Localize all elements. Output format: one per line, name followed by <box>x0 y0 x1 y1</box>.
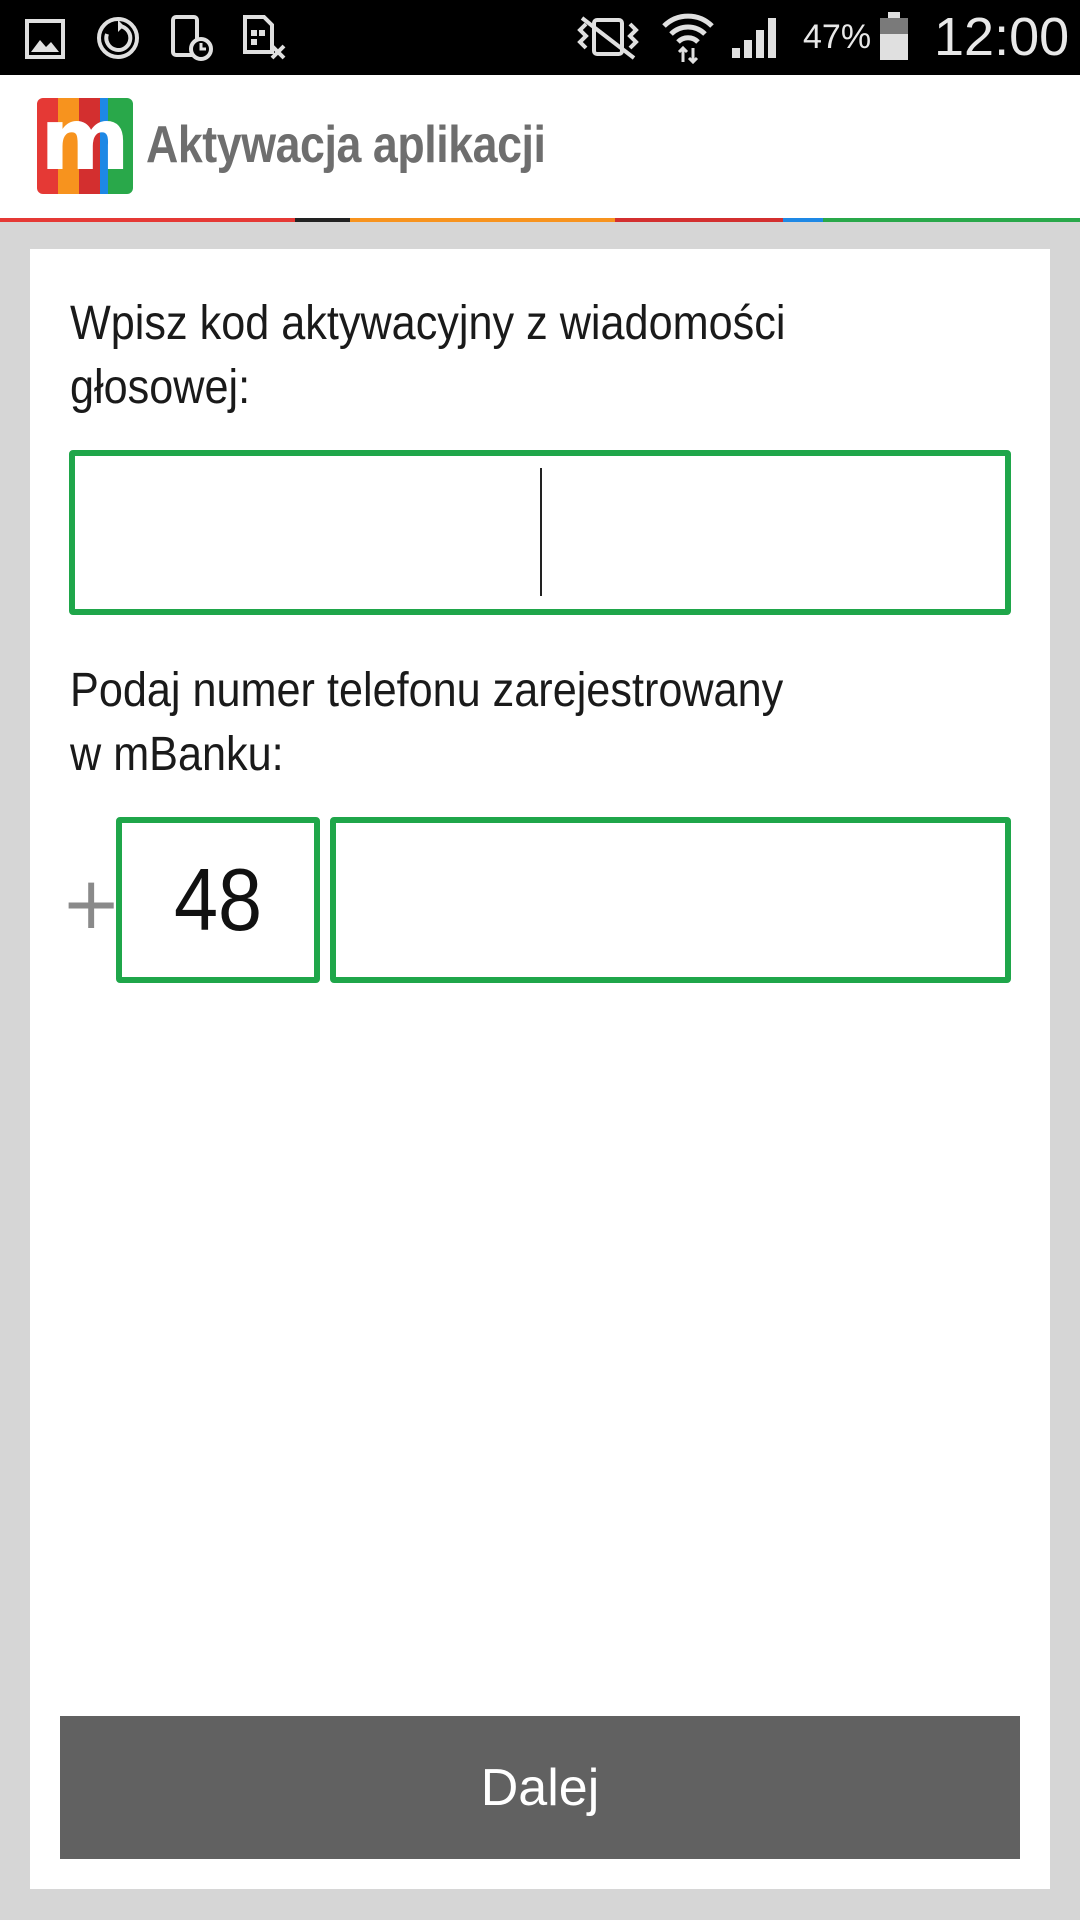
plus-sign: + <box>61 861 122 945</box>
accent-stripe <box>0 218 1080 222</box>
phone-label: Podaj numer telefonu zarejestrowany w mB… <box>70 664 784 781</box>
text-cursor <box>540 468 542 596</box>
wifi-icon <box>662 13 714 64</box>
country-code-value: 48 <box>173 850 263 949</box>
sim-blocked-icon <box>243 15 286 60</box>
activation-form: Wpisz kod aktywacyjny z wiadomości głoso… <box>30 249 1050 1889</box>
mbank-logo: m <box>37 98 133 194</box>
battery-percent: 47% <box>803 18 872 56</box>
code-label: Wpisz kod aktywacyjny z wiadomości głoso… <box>70 297 786 414</box>
next-button[interactable]: Dalej <box>60 1716 1020 1859</box>
phone-number-input[interactable] <box>330 817 1011 983</box>
vibrate-icon <box>577 16 639 60</box>
gallery-icon <box>25 19 65 59</box>
logo-letter: m <box>40 98 130 190</box>
page-title: Aktywacja aplikacji <box>146 116 546 174</box>
clock: 12:00 <box>934 7 1070 67</box>
activation-code-input[interactable] <box>69 450 1011 615</box>
app-bar: m Aktywacja aplikacji <box>0 75 1080 218</box>
sync-icon <box>97 17 139 59</box>
country-code-input[interactable]: 48 <box>116 817 320 983</box>
phone-schedule-icon <box>171 15 213 61</box>
battery-icon <box>880 12 908 60</box>
status-bar: 47% 12:00 <box>0 0 1080 75</box>
signal-icon <box>732 18 776 58</box>
